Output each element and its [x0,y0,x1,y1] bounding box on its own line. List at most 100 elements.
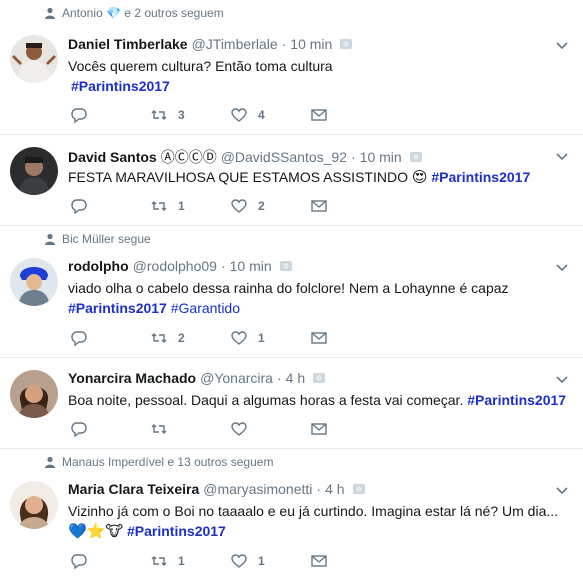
reply-button[interactable] [70,420,150,438]
retweet-icon [151,333,167,343]
handle[interactable]: @rodolpho09 [133,258,217,274]
separator-dot: · [220,258,226,274]
envelope-icon [311,423,327,435]
avatar[interactable] [10,258,58,306]
retweet-button[interactable]: 3 [150,106,230,124]
retweet-button[interactable]: 1 [150,552,230,570]
avatar[interactable] [10,147,58,195]
social-context: Bic Müller segue [44,232,151,246]
tweet-text: viado olha o cabelo dessa rainha do folc… [68,280,509,296]
reply-button[interactable] [70,552,150,570]
retweet-button[interactable] [150,420,230,438]
handle[interactable]: @Yonarcira [200,370,273,386]
retweet-icon [151,556,167,566]
heart-icon [231,199,247,213]
display-name[interactable]: rodolpho [68,258,129,274]
direct-message-button[interactable] [310,197,390,215]
media-icon [352,484,365,494]
hashtag-link[interactable]: #Parintins2017 [71,78,170,94]
hashtag-link[interactable]: #Parintins2017 [431,169,530,185]
handle[interactable]: @JTimberlale [192,36,278,52]
like-count: 1 [258,554,265,568]
chevron-down-icon[interactable] [555,40,569,50]
separator-dot: · [281,36,287,52]
like-button[interactable]: 1 [230,552,310,570]
display-name[interactable]: Daniel Timberlake [68,36,188,52]
emoji-group: 💙⭐🐮 [68,523,124,541]
media-icon [313,373,326,383]
chevron-down-icon[interactable] [555,485,569,495]
person-icon [45,456,55,468]
retweet-count: 3 [178,108,185,122]
timestamp[interactable]: 10 min [290,36,332,52]
retweet-button[interactable]: 1 [150,197,230,215]
tweet-text: FESTA MARAVILHOSA QUE ESTAMOS ASSISTINDO [68,169,408,185]
timestamp[interactable]: 10 min [360,149,402,165]
like-button[interactable] [230,420,310,438]
tweet[interactable]: Bic Müller segue rodolpho @rodolpho09 · … [0,226,583,358]
chevron-down-icon[interactable] [555,374,569,384]
retweet-count: 1 [178,554,185,568]
tweet[interactable]: Yonarcira Machado @Yonarcira · 4 h Boa n… [0,358,583,449]
separator-dot: · [316,481,322,497]
media-icon [409,152,422,162]
retweet-icon [151,424,167,434]
chevron-down-icon[interactable] [555,151,569,161]
reply-button[interactable] [70,329,150,347]
reply-icon [71,199,87,215]
direct-message-button[interactable] [310,420,390,438]
heart-icon [231,422,247,436]
retweet-icon [151,201,167,211]
heart-eyes-emoji: 😍 [411,169,428,187]
tweet[interactable]: Manaus Imperdível e 13 outros seguem Mar… [0,449,583,586]
direct-message-button[interactable] [310,106,390,124]
direct-message-button[interactable] [310,329,390,347]
reply-button[interactable] [70,197,150,215]
tweet[interactable]: David Santos ⒶⒸⒸⒹ @DavidSSantos_92 · 10 … [0,135,583,226]
tweet-text: Boa noite, pessoal. Daqui a algumas hora… [68,392,464,408]
envelope-icon [311,555,327,567]
chevron-down-icon[interactable] [555,262,569,272]
timestamp[interactable]: 4 h [286,370,305,386]
heart-icon [231,331,247,345]
reply-button[interactable] [70,106,150,124]
reply-icon [71,554,87,570]
hashtag-link[interactable]: #Parintins2017 [68,300,167,316]
retweet-count: 1 [178,199,185,213]
retweet-button[interactable]: 2 [150,329,230,347]
person-icon [45,7,55,19]
display-name[interactable]: Yonarcira Machado [68,370,196,386]
like-button[interactable]: 4 [230,106,310,124]
avatar[interactable] [10,35,58,83]
social-context-text[interactable]: Bic Müller segue [62,232,151,246]
hashtag-link[interactable]: #Garantido [171,300,240,316]
avatar[interactable] [10,370,58,418]
social-context: Antonio 💎 e 2 outros seguem [44,6,224,20]
avatar[interactable] [10,481,58,529]
envelope-icon [311,109,327,121]
person-icon [45,233,55,245]
like-button[interactable]: 1 [230,329,310,347]
hashtag-link[interactable]: #Parintins2017 [127,523,226,539]
handle[interactable]: @DavidSSantos_92 [221,149,347,165]
tweet[interactable]: Antonio 💎 e 2 outros seguem Daniel Timbe… [0,0,583,135]
separator-dot: · [276,370,282,386]
display-name[interactable]: David Santos [68,149,157,165]
social-context-text[interactable]: Antonio 💎 e 2 outros seguem [62,6,224,20]
retweet-count: 2 [178,331,185,345]
timestamp[interactable]: 10 min [230,258,272,274]
reply-icon [71,422,87,438]
hashtag-link[interactable]: #Parintins2017 [467,392,566,408]
like-button[interactable]: 2 [230,197,310,215]
tweet-text: Vizinho já com o Boi no taaaalo e eu já … [68,503,559,519]
social-context: Manaus Imperdível e 13 outros seguem [44,455,273,469]
display-name[interactable]: Maria Clara Teixeira [68,481,199,497]
envelope-icon [311,200,327,212]
social-context-text[interactable]: Manaus Imperdível e 13 outros seguem [62,455,273,469]
handle[interactable]: @maryasimonetti [203,481,312,497]
direct-message-button[interactable] [310,552,390,570]
timestamp[interactable]: 4 h [325,481,344,497]
reply-icon [71,331,87,347]
heart-icon [231,554,247,568]
tweet-text: Vocês querem cultura? Então toma cultura [68,58,333,74]
